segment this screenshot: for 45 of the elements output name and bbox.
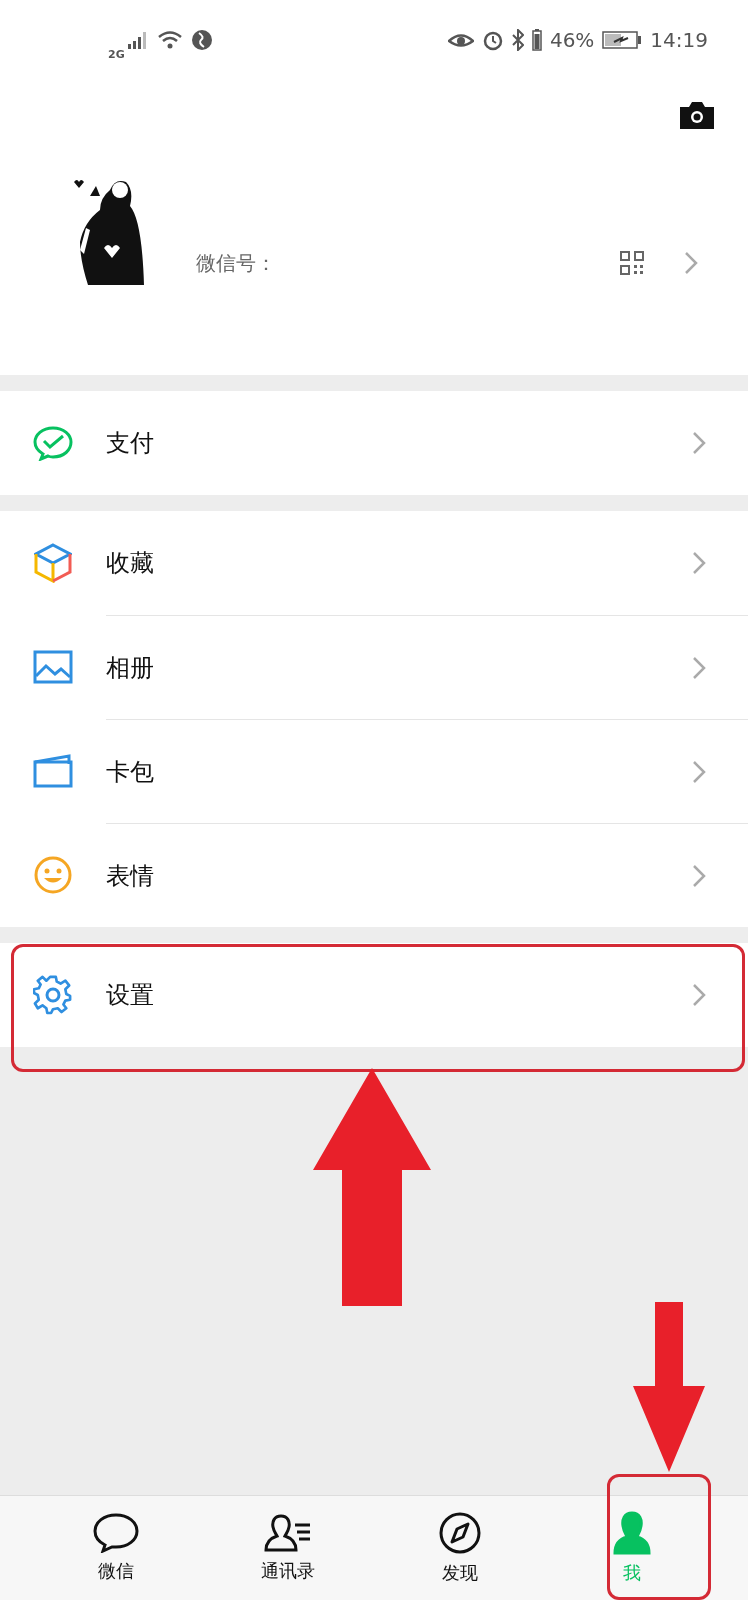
tab[interactable]: 微信	[61, 1496, 171, 1600]
battery-percent: 46%	[549, 28, 595, 52]
menu-label: 卡包	[106, 756, 154, 788]
chevron-right-icon	[692, 655, 706, 680]
chevron-right-icon	[692, 431, 706, 455]
battery-icon	[531, 29, 542, 51]
tab[interactable]: 发现	[405, 1496, 515, 1600]
chevron-right-icon	[692, 983, 706, 1007]
alarm-icon	[481, 29, 504, 51]
camera-icon[interactable]	[678, 100, 716, 130]
menu-label: 相册	[106, 652, 154, 684]
person-icon	[612, 1511, 652, 1555]
globe-icon	[190, 29, 213, 51]
qr-code-icon[interactable]	[620, 251, 644, 275]
chat-bubble-icon	[93, 1513, 139, 1553]
settings-icon	[33, 975, 73, 1015]
wechat-id-label: 微信号：	[196, 250, 277, 277]
compass-icon	[438, 1511, 482, 1555]
cube-icon	[34, 543, 72, 583]
menu-label: 收藏	[106, 548, 154, 579]
wallet-check-icon	[33, 425, 73, 461]
menu-item[interactable]: 收藏	[0, 511, 748, 615]
menu-item[interactable]: 相册	[0, 615, 748, 719]
menu-label: 表情	[106, 860, 154, 892]
menu-item[interactable]: 支付	[0, 391, 748, 495]
wifi-icon	[156, 30, 183, 50]
bluetooth-icon	[511, 29, 524, 51]
network-type: 2G	[108, 47, 125, 61]
eye-icon	[447, 31, 474, 49]
tab[interactable]: 通讯录	[233, 1496, 343, 1600]
clock-time: 14:19	[650, 28, 708, 52]
chevron-right-icon	[692, 759, 706, 784]
menu-item[interactable]: 表情	[0, 823, 748, 927]
smiley-icon	[33, 855, 73, 895]
image-icon	[33, 650, 73, 684]
menu-label: 设置	[106, 980, 154, 1011]
signal-icon	[126, 31, 149, 49]
person-list-icon	[263, 1513, 313, 1553]
card-wallet-icon	[33, 754, 73, 788]
chevron-right-icon	[692, 551, 706, 575]
chevron-right-icon	[692, 863, 706, 888]
menu-item[interactable]: 设置	[0, 943, 748, 1047]
charging-battery-icon	[602, 31, 643, 49]
menu-item[interactable]: 卡包	[0, 719, 748, 823]
menu-label: 支付	[106, 428, 154, 459]
